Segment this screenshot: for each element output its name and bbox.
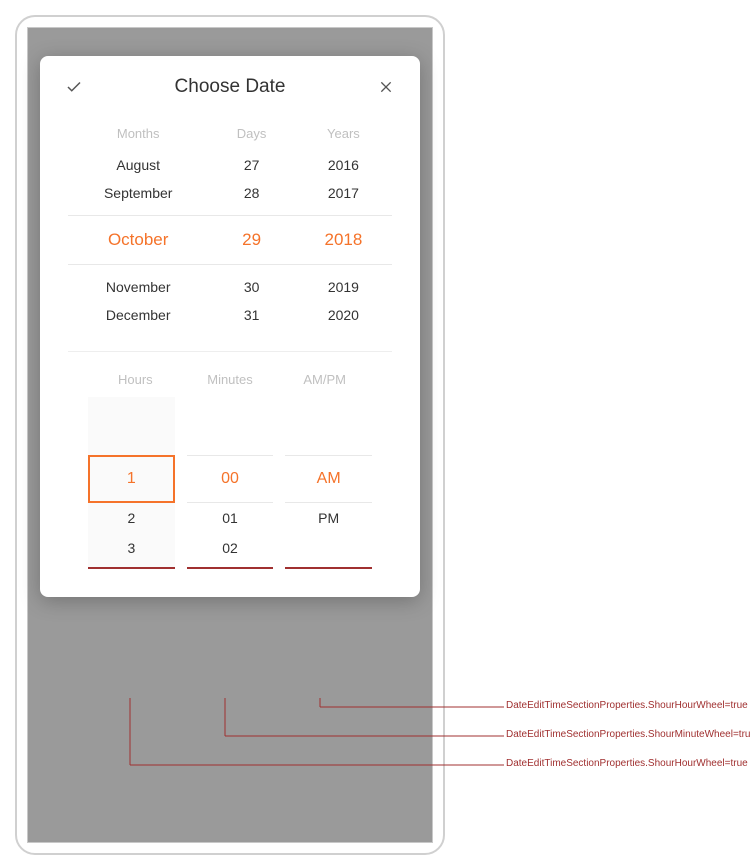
minute-underline [187,567,274,569]
phone-frame: Choose Date Months Days Years August 27 … [15,15,445,855]
callout-minute: DateEditTimeSectionProperties.ShourMinut… [506,729,750,740]
minute-option[interactable]: 01 [187,503,274,533]
ampm-wheel[interactable]: AM PM [285,397,372,569]
year-option[interactable]: 2017 [295,179,392,207]
dialog-title: Choose Date [175,76,286,98]
hour-selected[interactable]: 1 [88,455,175,503]
minute-selected[interactable]: 00 [187,455,274,503]
year-selected[interactable]: 2018 [295,216,392,264]
date-section: Months Days Years August 27 2016 Septemb… [40,126,420,329]
hours-header: Hours [88,372,183,387]
hour-option[interactable]: 2 [88,503,175,533]
date-picker-dialog: Choose Date Months Days Years August 27 … [40,56,420,597]
date-row-below-2[interactable]: December 31 2020 [68,301,392,329]
time-column-headers: Hours Minutes AM/PM [68,372,392,387]
year-option[interactable]: 2019 [295,273,392,301]
ampm-underline [285,567,372,569]
month-option[interactable]: August [68,151,208,179]
ampm-option[interactable]: PM [285,503,372,533]
day-selected[interactable]: 29 [208,216,294,264]
date-row-above-2[interactable]: September 28 2017 [68,179,392,207]
days-header: Days [208,126,294,141]
day-option[interactable]: 31 [208,301,294,329]
date-row-below-1[interactable]: November 30 2019 [68,273,392,301]
minutes-header: Minutes [183,372,278,387]
year-option[interactable]: 2016 [295,151,392,179]
ampm-selected[interactable]: AM [285,455,372,503]
month-option[interactable]: September [68,179,208,207]
date-selected-band: October 29 2018 [68,215,392,265]
day-option[interactable]: 27 [208,151,294,179]
phone-screen: Choose Date Months Days Years August 27 … [27,27,433,843]
time-wheels: 1 2 3 00 01 02 AM PM [68,397,392,569]
date-column-headers: Months Days Years [68,126,392,141]
years-header: Years [295,126,392,141]
ampm-spacer [285,533,372,563]
time-section: Hours Minutes AM/PM 1 2 3 00 01 02 [40,372,420,569]
callout-ampm: DateEditTimeSectionProperties.ShourHourW… [506,700,748,711]
minute-wheel[interactable]: 00 01 02 [187,397,274,569]
callout-hour: DateEditTimeSectionProperties.ShourHourW… [506,758,748,769]
months-header: Months [68,126,208,141]
month-option[interactable]: November [68,273,208,301]
section-divider [68,351,392,352]
day-option[interactable]: 28 [208,179,294,207]
minute-option[interactable]: 02 [187,533,274,563]
day-option[interactable]: 30 [208,273,294,301]
confirm-icon[interactable] [64,77,84,97]
close-icon[interactable] [376,77,396,97]
ampm-header: AM/PM [277,372,372,387]
year-option[interactable]: 2020 [295,301,392,329]
date-row-above-1[interactable]: August 27 2016 [68,151,392,179]
month-selected[interactable]: October [68,216,208,264]
month-option[interactable]: December [68,301,208,329]
hour-option[interactable]: 3 [88,533,175,563]
hour-underline [88,567,175,569]
dialog-header: Choose Date [40,56,420,114]
hour-wheel[interactable]: 1 2 3 [88,397,175,569]
date-row-selected[interactable]: October 29 2018 [68,216,392,264]
